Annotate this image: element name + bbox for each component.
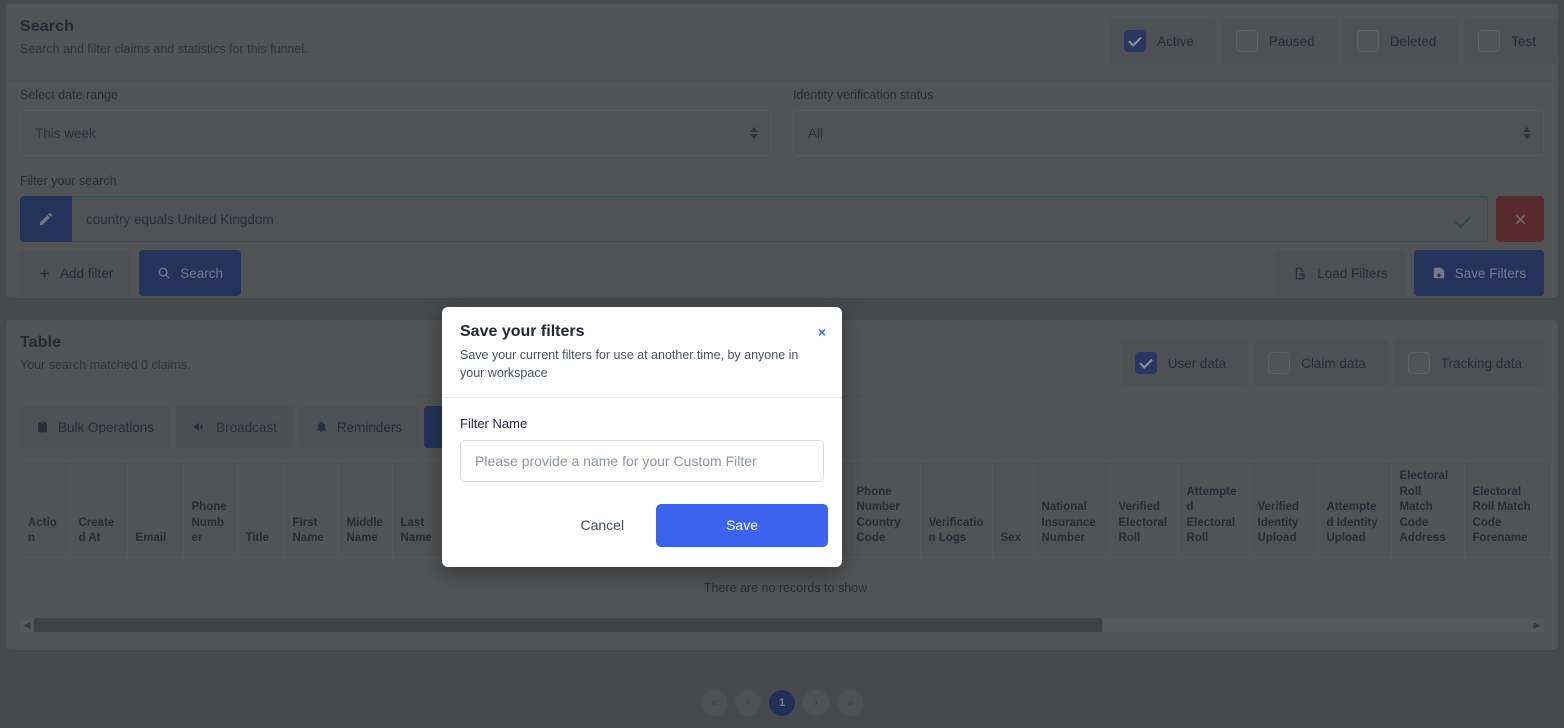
close-icon[interactable]: × bbox=[818, 325, 826, 339]
filter-name-input[interactable] bbox=[460, 439, 824, 482]
modal-title: Save your filters bbox=[460, 323, 585, 340]
modal-footer: Cancel Save bbox=[442, 488, 842, 567]
modal-header: Save your filters Save your current filt… bbox=[442, 307, 842, 398]
app-page: Search Search and filter claims and stat… bbox=[0, 0, 1564, 728]
cancel-button[interactable]: Cancel bbox=[558, 507, 646, 543]
filter-name-label: Filter Name bbox=[460, 415, 528, 431]
save-filters-modal: Save your filters Save your current filt… bbox=[442, 307, 842, 567]
modal-subtitle: Save your current filters for use at ano… bbox=[460, 348, 799, 380]
modal-body: Filter Name bbox=[442, 398, 842, 488]
save-button[interactable]: Save bbox=[656, 503, 828, 547]
